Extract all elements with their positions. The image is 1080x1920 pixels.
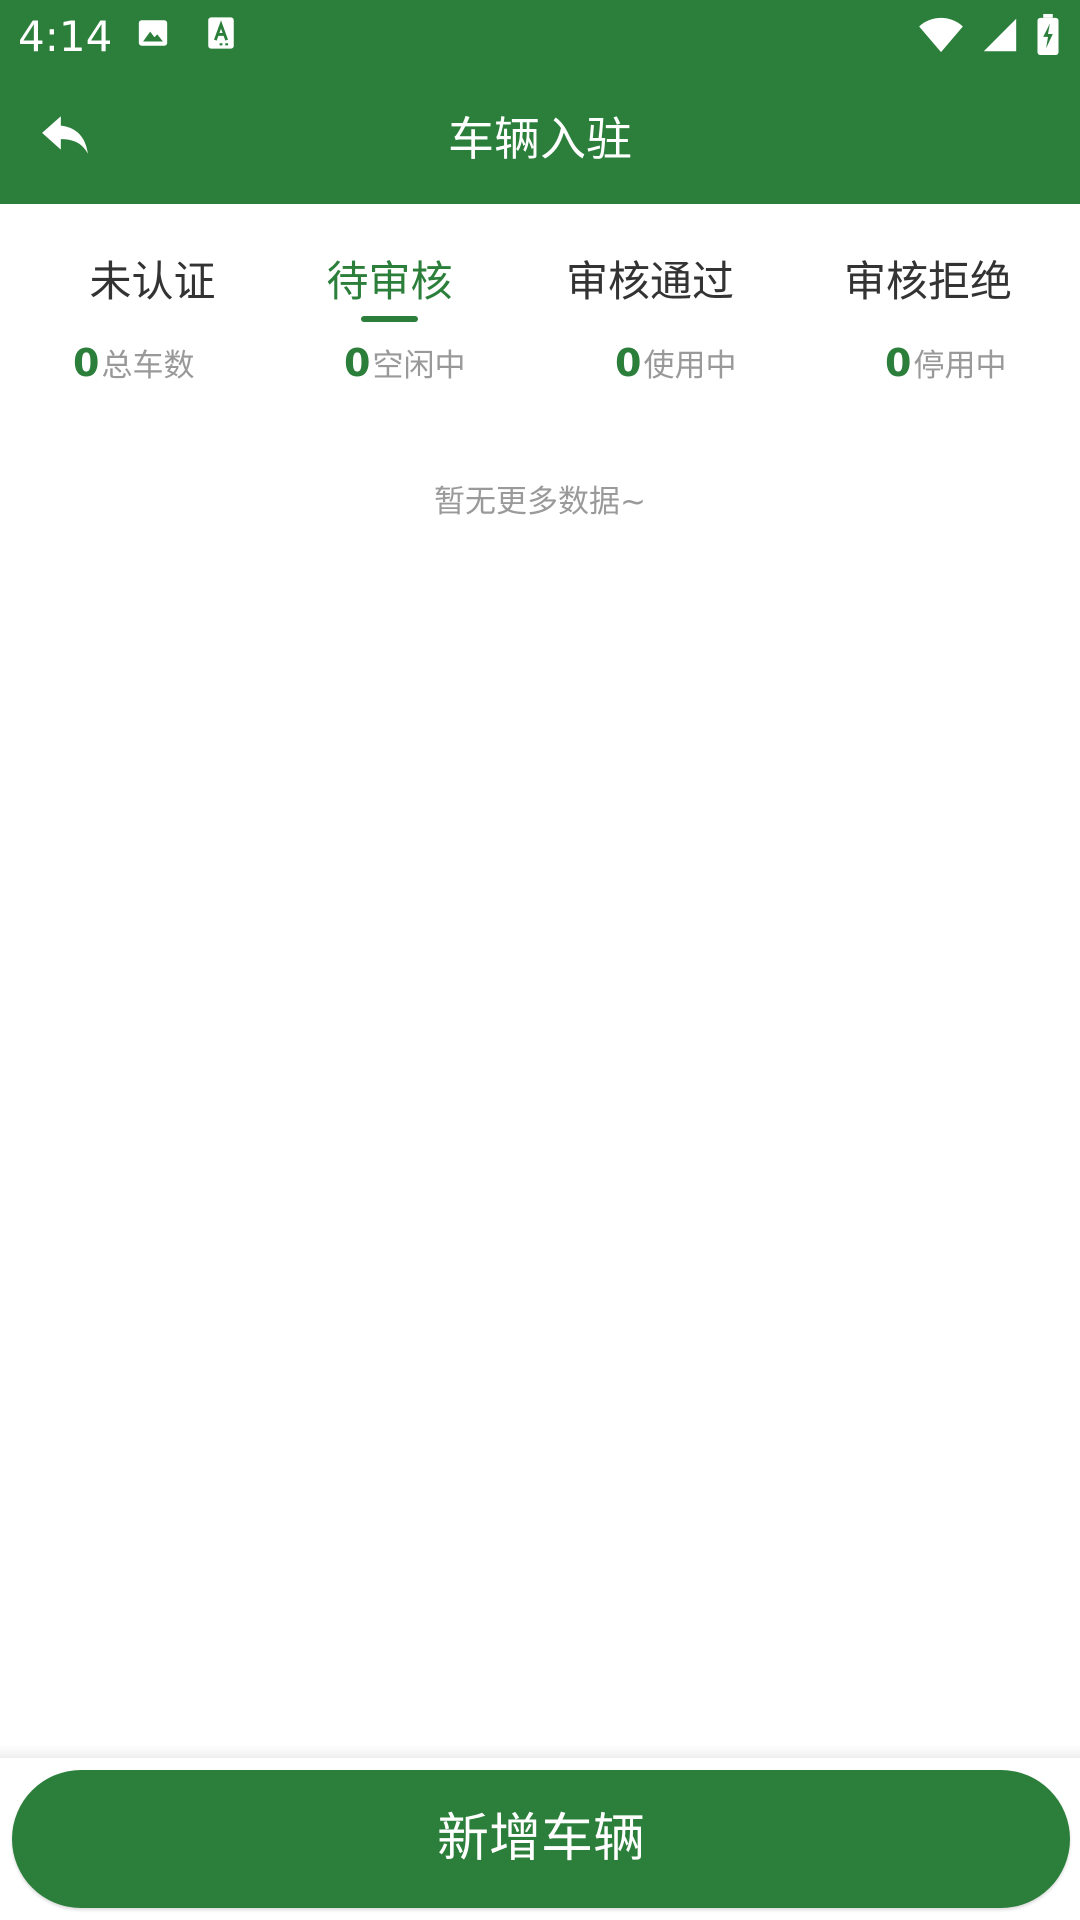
status-system-icons bbox=[918, 14, 1060, 56]
stat-in-use: 0 使用中 bbox=[615, 340, 736, 385]
tab-approved[interactable]: 审核通过 bbox=[540, 246, 760, 326]
stat-label: 停用中 bbox=[913, 348, 1007, 384]
stat-value: 0 bbox=[73, 341, 100, 385]
status-tabs: 未认证 待审核 审核通过 审核拒绝 bbox=[0, 204, 1080, 330]
tab-unverified[interactable]: 未认证 bbox=[60, 246, 245, 326]
stat-disabled: 0 停用中 bbox=[885, 340, 1006, 385]
vehicle-onboarding-screen: 4:14 车辆入驻 未认证 待审核 审核通过 审核拒绝 0 总车数 0 空闲中 … bbox=[0, 0, 1080, 1920]
bottom-divider-shadow bbox=[0, 1745, 1080, 1759]
signal-icon bbox=[982, 16, 1018, 54]
stat-value: 0 bbox=[615, 341, 642, 385]
stat-value: 0 bbox=[344, 341, 371, 385]
stat-idle: 0 空闲中 bbox=[344, 340, 465, 385]
status-bar: 4:14 bbox=[0, 0, 1080, 74]
tab-rejected[interactable]: 审核拒绝 bbox=[818, 246, 1038, 326]
wifi-icon bbox=[918, 16, 964, 54]
text-app-icon bbox=[206, 16, 236, 50]
stat-value: 0 bbox=[885, 341, 912, 385]
app-bar: 车辆入驻 bbox=[0, 74, 1080, 204]
status-time: 4:14 bbox=[18, 12, 113, 61]
vehicle-stats: 0 总车数 0 空闲中 0 使用中 0 停用中 bbox=[0, 340, 1080, 400]
tab-pending-review[interactable]: 待审核 bbox=[297, 246, 482, 326]
active-tab-indicator bbox=[361, 316, 418, 322]
stat-label: 空闲中 bbox=[372, 348, 466, 384]
stat-total-vehicles: 0 总车数 bbox=[73, 340, 194, 385]
empty-state-text: 暂无更多数据~ bbox=[434, 484, 646, 520]
stat-label: 使用中 bbox=[643, 348, 737, 384]
status-notification-icons bbox=[136, 16, 236, 50]
add-vehicle-button[interactable]: 新增车辆 bbox=[12, 1770, 1070, 1908]
page-title: 车辆入驻 bbox=[448, 112, 632, 166]
battery-charging-icon bbox=[1036, 14, 1060, 56]
image-icon bbox=[136, 16, 170, 50]
stat-label: 总车数 bbox=[101, 348, 195, 384]
